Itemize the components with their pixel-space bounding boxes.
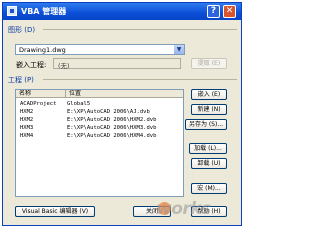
vba-app-icon bbox=[7, 6, 17, 16]
embedded-project-value: (无) bbox=[58, 62, 70, 70]
title-bar[interactable]: VBA 管理器 ? ✕ bbox=[3, 3, 241, 20]
project-name: HXM2 bbox=[20, 109, 34, 115]
list-item[interactable]: HXM2 E:\XP\AutoCAD 2006\AJ.dvb bbox=[16, 109, 183, 116]
project-name: HXM2 bbox=[20, 117, 34, 123]
project-location: E:\XP\AutoCAD 2006\HXM3.dvb bbox=[67, 125, 157, 131]
extract-button[interactable]: 提取 (E) bbox=[191, 58, 227, 69]
save-as-button[interactable]: 另存为 (S)... bbox=[185, 119, 227, 130]
list-item[interactable]: ACADProject Global5 bbox=[16, 101, 183, 108]
chevron-down-icon[interactable]: ▼ bbox=[174, 45, 184, 54]
list-item[interactable]: HXM2 E:\XP\AutoCAD 2006\HXM2.dvb bbox=[16, 117, 183, 124]
drawing-select-value: Drawing1.dwg bbox=[19, 46, 66, 54]
window-title: VBA 管理器 bbox=[21, 7, 67, 16]
embed-button[interactable]: 嵌入 (E) bbox=[191, 89, 227, 100]
help-icon[interactable]: ? bbox=[207, 5, 220, 18]
project-list[interactable]: 名称 位置 ACADProject Global5 HXM2 E:\XP\Aut… bbox=[15, 89, 184, 197]
macros-button[interactable]: 宏 (M)... bbox=[191, 183, 227, 194]
project-location: E:\XP\AutoCAD 2006\HXM4.dvb bbox=[67, 133, 157, 139]
group-divider bbox=[43, 79, 237, 80]
project-name: HXM4 bbox=[20, 133, 34, 139]
embedded-project-field: (无) bbox=[53, 58, 181, 70]
drawing-group-label: 图形 (D) bbox=[8, 26, 36, 34]
new-button[interactable]: 新建 (N) bbox=[191, 104, 227, 115]
project-location: E:\XP\AutoCAD 2006\AJ.dvb bbox=[67, 109, 150, 115]
unload-button[interactable]: 卸载 (U) bbox=[191, 158, 227, 169]
load-button[interactable]: 加载 (L)... bbox=[189, 143, 227, 154]
project-group-label: 工程 (P) bbox=[8, 76, 34, 84]
drawing-select[interactable]: Drawing1.dwg ▼ bbox=[15, 44, 185, 55]
project-location: E:\XP\AutoCAD 2006\HXM2.dvb bbox=[67, 117, 157, 123]
project-location: Global5 bbox=[67, 101, 91, 107]
vba-editor-button[interactable]: Visual Basic 编辑器 (V) bbox=[15, 206, 95, 217]
vba-manager-window: VBA 管理器 ? ✕ 图形 (D) Drawing1.dwg ▼ 嵌入工程: … bbox=[2, 2, 242, 226]
column-header-name[interactable]: 名称 bbox=[16, 90, 65, 98]
close-icon[interactable]: ✕ bbox=[223, 5, 236, 18]
embedded-project-label: 嵌入工程: bbox=[16, 61, 47, 69]
project-name: ACADProject bbox=[20, 101, 57, 107]
watermark: works bbox=[156, 199, 211, 219]
group-divider bbox=[43, 29, 237, 30]
list-item[interactable]: HXM3 E:\XP\AutoCAD 2006\HXM3.dvb bbox=[16, 125, 183, 132]
column-header-location[interactable]: 位置 bbox=[65, 90, 183, 98]
list-item[interactable]: HXM4 E:\XP\AutoCAD 2006\HXM4.dvb bbox=[16, 133, 183, 140]
project-name: HXM3 bbox=[20, 125, 34, 131]
